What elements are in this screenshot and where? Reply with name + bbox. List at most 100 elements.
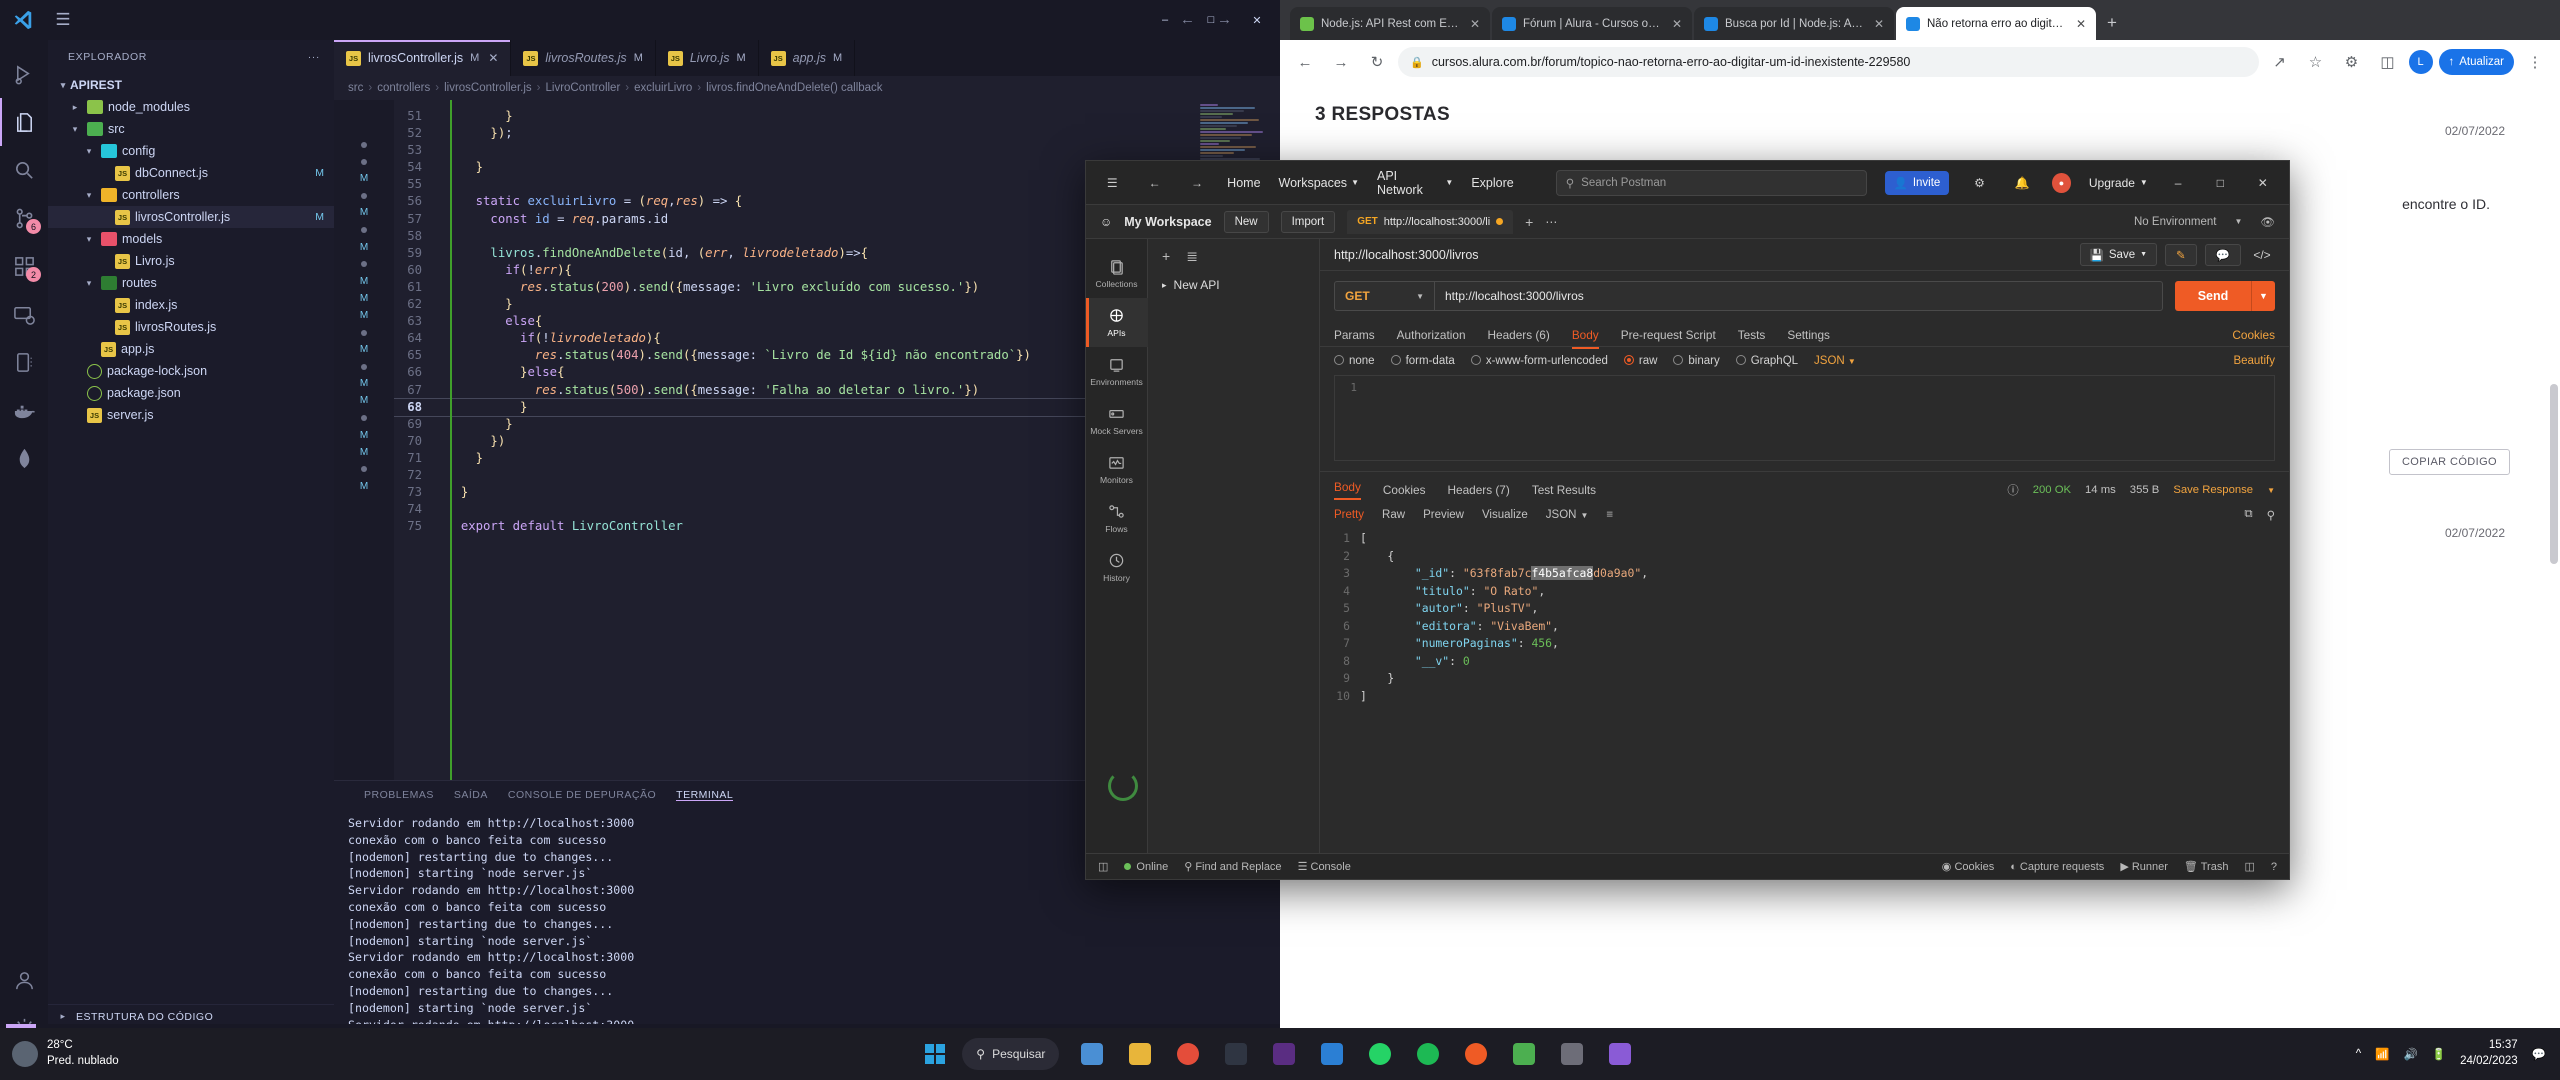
close-icon[interactable]: ✕ xyxy=(1874,17,1884,31)
postman-sidebar-rail[interactable]: Collections APIs Environments Mock Servers M… xyxy=(1085,239,1148,853)
open-request-tab[interactable]: GET http://localhost:3000/li xyxy=(1347,209,1514,234)
sidebar-toggle-icon[interactable]: ◫ xyxy=(1098,860,1108,873)
breadcrumb-item[interactable]: excluirLivro xyxy=(634,82,692,94)
code-line[interactable]: 53 xyxy=(394,142,1280,159)
postman-rail-environments[interactable]: Environments xyxy=(1086,347,1148,396)
close-icon[interactable]: ✕ xyxy=(2076,17,2086,31)
chrome-icon[interactable] xyxy=(1167,1033,1209,1075)
start-button[interactable] xyxy=(914,1033,956,1075)
request-tabs[interactable]: Params Authorization Headers (6) Body Pre-re… xyxy=(1320,319,2289,347)
vscode-menu-icon[interactable]: ☰ xyxy=(46,0,80,40)
invite-button[interactable]: 👤 Invite xyxy=(1884,170,1950,195)
console-button[interactable]: ☰ Console xyxy=(1298,860,1351,873)
breadcrumb-item[interactable]: livrosController.js xyxy=(444,82,532,94)
nav-home[interactable]: Home xyxy=(1227,176,1260,190)
editor-tab-livro-js[interactable]: JS Livro.js M xyxy=(655,40,759,76)
response-tabs[interactable]: Body Cookies Headers (7) Test Results ⓘ 200… xyxy=(1320,471,2289,500)
tree-item-app-js[interactable]: JS app.js xyxy=(48,338,334,360)
address-bar[interactable]: 🔒 cursos.alura.com.br/forum/topico-nao-r… xyxy=(1398,47,2259,77)
project-root-row[interactable]: ▾ APIREST xyxy=(48,74,334,96)
nav-explore[interactable]: Explore xyxy=(1471,176,1513,190)
request-tab-authorization[interactable]: Authorization xyxy=(1397,321,1466,349)
activity-bar[interactable]: 6 2 xyxy=(0,40,48,1052)
app-icon-1[interactable] xyxy=(1263,1033,1305,1075)
run-debug-icon[interactable] xyxy=(0,50,48,98)
sidepanel-icon[interactable]: ◫ xyxy=(2373,47,2403,77)
beautify-button[interactable]: Beautify xyxy=(2233,355,2275,367)
browser-reload-icon[interactable]: ↻ xyxy=(1362,47,1392,77)
chrome-menu-icon[interactable]: ⋮ xyxy=(2520,47,2550,77)
request-tab-pre-request-script[interactable]: Pre-request Script xyxy=(1621,321,1716,349)
extensions-puzzle-icon[interactable]: ⚙ xyxy=(2337,47,2367,77)
editor-tab-livroscontroller-js[interactable]: JS livrosController.js M ✕ xyxy=(334,40,512,76)
postman-rail-apis[interactable]: APIs xyxy=(1085,298,1148,347)
close-icon[interactable]: ✕ xyxy=(2251,176,2275,190)
panel-tab-problemas[interactable]: PROBLEMAS xyxy=(364,789,434,801)
accounts-icon[interactable] xyxy=(0,956,48,1004)
docker-icon[interactable] xyxy=(0,386,48,434)
nav-workspaces[interactable]: Workspaces ▼ xyxy=(1279,176,1359,190)
spotify-icon[interactable] xyxy=(1407,1033,1449,1075)
browser-tab[interactable]: Busca por Id | Node.js: API Rest ✕ xyxy=(1694,7,1894,40)
nav-api-network[interactable]: API Network ▼ xyxy=(1377,169,1453,197)
body-option-binary[interactable]: binary xyxy=(1673,355,1720,367)
response-format-type[interactable]: JSON ▼ xyxy=(1546,509,1589,521)
minimize-icon[interactable]: – xyxy=(1142,0,1188,40)
save-response-button[interactable]: Save Response xyxy=(2173,484,2253,496)
response-tab-cookies[interactable]: Cookies xyxy=(1383,483,1426,497)
terminal-icon[interactable] xyxy=(1215,1033,1257,1075)
filter-icon[interactable]: ≣ xyxy=(1186,248,1198,265)
profile-avatar[interactable]: L xyxy=(2408,50,2433,74)
postman-rail-flows[interactable]: Flows xyxy=(1086,494,1148,543)
workspace-name[interactable]: My Workspace xyxy=(1124,215,1211,229)
api-list-item[interactable]: ▸ New API xyxy=(1148,273,1319,297)
postman-icon[interactable] xyxy=(1455,1033,1497,1075)
mongodb-icon[interactable] xyxy=(0,434,48,482)
chevron-icon[interactable]: ▾ xyxy=(82,190,96,201)
response-tab-headers--7-[interactable]: Headers (7) xyxy=(1448,483,1510,497)
tree-item-routes[interactable]: ▾ routes xyxy=(48,272,334,294)
postman-forward-icon[interactable]: → xyxy=(1185,176,1209,190)
tree-item-controllers[interactable]: ▾ controllers xyxy=(48,184,334,206)
postman-rail-history[interactable]: History xyxy=(1086,543,1148,592)
breadcrumb-item[interactable]: controllers xyxy=(377,82,430,94)
postman-rail-collections[interactable]: Collections xyxy=(1086,249,1148,298)
breadcrumb-item[interactable]: src xyxy=(348,82,363,94)
postman-avatar[interactable]: ● xyxy=(2052,172,2071,193)
breadcrumb-item[interactable]: livros.findOneAndDelete() callback xyxy=(706,82,882,94)
notifications-icon[interactable]: 💬 xyxy=(2532,1047,2546,1061)
browser-forward-icon[interactable]: → xyxy=(1326,47,1356,77)
close-icon[interactable]: ✕ xyxy=(1672,17,1682,31)
cookies-button[interactable]: ◉ Cookies xyxy=(1942,860,1994,873)
breadcrumb-item[interactable]: LivroController xyxy=(546,82,621,94)
code-snippet-icon[interactable]: </> xyxy=(2249,248,2275,262)
postman-search-input[interactable]: ⚲ Search Postman xyxy=(1555,169,1867,196)
runner-button[interactable]: ▶ Runner xyxy=(2120,860,2168,873)
browser-tab-strip[interactable]: Node.js: API Rest com Express e✕Fórum | … xyxy=(1280,0,2560,40)
settings-gear-icon[interactable]: ⚙ xyxy=(1967,176,1991,190)
tree-item-livrosroutes-js[interactable]: JS livrosRoutes.js xyxy=(48,316,334,338)
app-icon-2[interactable] xyxy=(1551,1033,1593,1075)
request-body-editor[interactable]: 1 xyxy=(1334,375,2275,461)
import-button[interactable]: Import xyxy=(1280,210,1336,233)
breadcrumb[interactable]: src › controllers › livrosController.js › Livr… xyxy=(334,76,1280,100)
postman-menu-icon[interactable]: ☰ xyxy=(1100,176,1124,190)
edit-icon[interactable]: ✎ xyxy=(2165,243,2197,266)
body-option-raw[interactable]: raw xyxy=(1623,355,1657,367)
response-tab-test-results[interactable]: Test Results xyxy=(1532,483,1596,497)
chevron-icon[interactable]: ▸ xyxy=(68,102,82,113)
close-icon[interactable]: ✕ xyxy=(488,51,498,65)
taskbar-search[interactable]: ⚲ Pesquisar xyxy=(962,1038,1060,1070)
url-input[interactable]: http://localhost:3000/livros xyxy=(1434,281,2163,311)
minimize-icon[interactable]: – xyxy=(2166,176,2190,190)
capture-requests-button[interactable]: ◐ Capture requests xyxy=(2010,861,2104,873)
body-option-none[interactable]: none xyxy=(1334,355,1375,367)
tree-item-server-js[interactable]: JS server.js xyxy=(48,404,334,426)
chevron-down-icon[interactable]: ▼ xyxy=(2267,486,2275,495)
tree-item-package-lock-json[interactable]: package-lock.json xyxy=(48,360,334,382)
response-body[interactable]: 1 2 3 4 5 6 7 8 9 10 [ { "_id": "63f8fab7cf4b5afc… xyxy=(1334,530,2275,853)
request-tab-body[interactable]: Body xyxy=(1572,321,1599,349)
collections-toolbar[interactable]: + ≣ xyxy=(1148,239,1319,273)
new-button[interactable]: New xyxy=(1223,210,1269,233)
send-button[interactable]: Send xyxy=(2175,281,2251,311)
